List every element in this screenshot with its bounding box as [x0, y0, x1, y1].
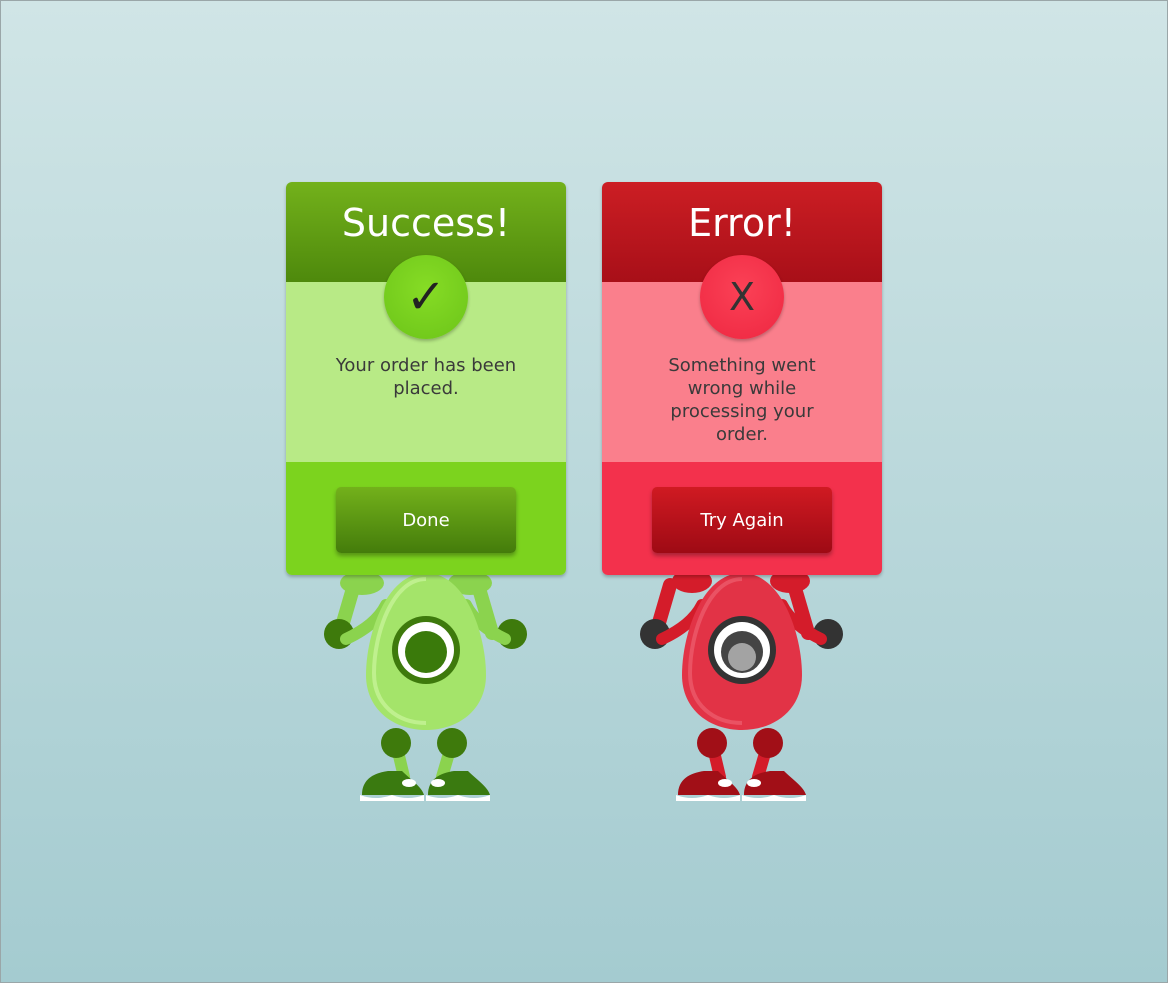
done-button[interactable]: Done	[336, 487, 516, 553]
success-title: Success!	[341, 201, 511, 245]
error-dialog: Error! Something went wrong while proces…	[602, 182, 882, 575]
checkmark-icon: ✓	[384, 255, 468, 339]
error-title: Error!	[688, 201, 796, 245]
success-message: Your order has been placed.	[335, 355, 517, 399]
error-message: Something went wrong while processing yo…	[668, 355, 816, 445]
window-frame	[0, 0, 1168, 983]
red-robot-mascot	[640, 569, 843, 801]
x-icon: X	[700, 255, 784, 339]
success-dialog: Success! Your order has been placed. ✓ D…	[286, 182, 566, 575]
try-again-button[interactable]: Try Again	[652, 487, 832, 553]
green-robot-mascot	[324, 571, 527, 801]
